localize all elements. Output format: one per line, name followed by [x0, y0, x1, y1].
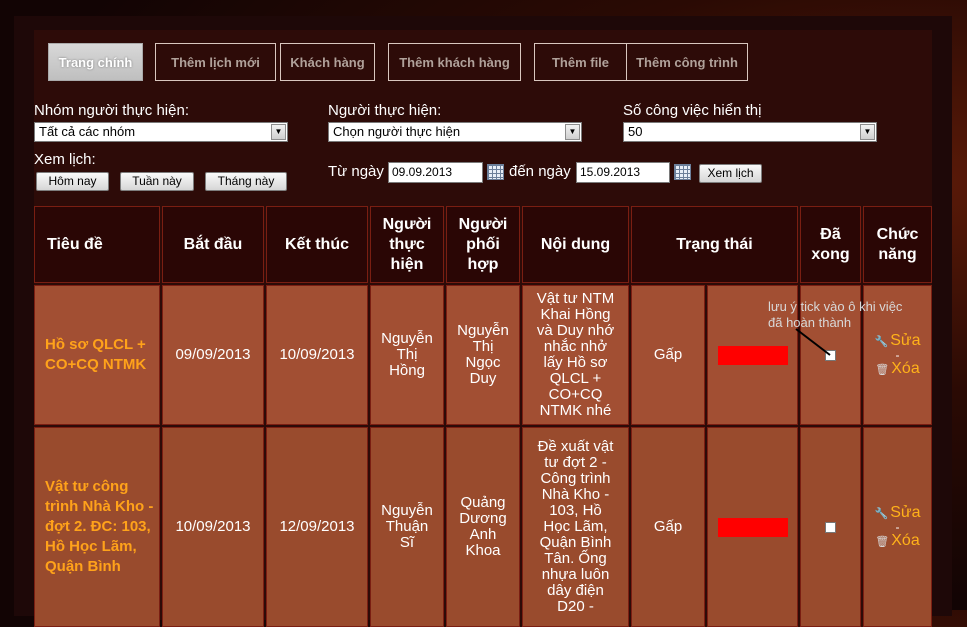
from-date-input[interactable]: 09.09.2013 [388, 162, 483, 183]
count-label: Số công việc hiển thị [623, 102, 762, 119]
header-done: Đã xong [800, 206, 861, 283]
header-content: Nội dung [522, 206, 629, 283]
action-separator: - [895, 520, 900, 534]
delete-link[interactable]: 🗑 Xóa [875, 532, 919, 550]
row-done [800, 427, 861, 627]
person-select[interactable]: Chọn người thực hiện ▼ [328, 122, 582, 142]
trash-icon: 🗑 [875, 363, 890, 376]
tab-add-file[interactable]: Thêm file [534, 43, 627, 81]
calendar-icon[interactable] [487, 164, 504, 180]
wrench-icon: 🔧 [874, 335, 889, 348]
row-end: 10/09/2013 [266, 285, 368, 425]
row-assignee: Nguyễn Thuận Sĩ [370, 427, 444, 627]
to-date-label: đến ngày [509, 163, 571, 180]
row-title[interactable]: Vật tư công trình Nhà Kho - đợt 2. ĐC: 1… [34, 427, 160, 627]
row-content: Đề xuất vật tư đợt 2 - Công trình Nhà Kh… [522, 427, 629, 627]
chevron-down-icon[interactable]: ▼ [271, 124, 286, 140]
view-schedule-button[interactable]: Xem lịch [699, 164, 762, 183]
header-status: Trạng thái [631, 206, 798, 283]
header-assignee: Người thực hiện [370, 206, 444, 283]
to-date-input[interactable]: 15.09.2013 [576, 162, 670, 183]
person-label: Người thực hiện: [328, 102, 442, 119]
row-content: Vật tư NTM Khai Hồng và Duy nhớ nhắc nhở… [522, 285, 629, 425]
tab-add-customer[interactable]: Thêm khách hàng [388, 43, 521, 81]
tab-add-project[interactable]: Thêm công trình [626, 43, 748, 81]
calendar-icon[interactable] [674, 164, 691, 180]
row-collaborator: Nguyễn Thị Ngọc Duy [446, 285, 520, 425]
annotation-arrow-line [795, 328, 831, 356]
row-status-indicator [707, 427, 798, 627]
annotation-arrow [795, 328, 831, 356]
chevron-down-icon[interactable]: ▼ [565, 124, 580, 140]
action-separator: - [895, 348, 900, 362]
this-week-button[interactable]: Tuần này [120, 172, 194, 191]
row-collaborator: Quảng Dương Anh Khoa [446, 427, 520, 627]
status-priority-bar [717, 517, 788, 537]
person-select-value: Chọn người thực hiện [333, 124, 461, 139]
header-title: Tiêu đề [34, 206, 160, 283]
chevron-down-icon[interactable]: ▼ [860, 124, 875, 140]
row-actions: 🔧 Sửa - 🗑 Xóa [863, 427, 932, 627]
row-status: Gấp [631, 285, 705, 425]
from-date-label: Từ ngày [328, 163, 384, 180]
row-assignee: Nguyễn Thị Hồng [370, 285, 444, 425]
tab-customers[interactable]: Khách hàng [280, 43, 375, 81]
row-title[interactable]: Hồ sơ QLCL + CO+CQ NTMK [34, 285, 160, 425]
trash-icon: 🗑 [875, 535, 890, 548]
wrench-icon: 🔧 [874, 507, 889, 520]
group-select-value: Tất cả các nhóm [39, 124, 136, 139]
header-actions: Chức năng [863, 206, 932, 283]
done-checkbox[interactable] [825, 521, 836, 533]
today-button[interactable]: Hôm nay [36, 172, 109, 191]
tab-home[interactable]: Trang chính [48, 43, 143, 81]
header-collaborator: Người phối hợp [446, 206, 520, 283]
header-end: Kết thúc [266, 206, 368, 283]
group-select[interactable]: Tất cả các nhóm ▼ [34, 122, 288, 142]
delete-link[interactable]: 🗑 Xóa [875, 360, 919, 378]
count-select[interactable]: 50 ▼ [623, 122, 877, 142]
edit-link-label: Sửa [890, 504, 921, 521]
tab-add-schedule[interactable]: Thêm lịch mới [155, 43, 276, 81]
delete-link-label: Xóa [891, 532, 920, 549]
edit-link-label: Sửa [890, 332, 921, 349]
count-select-value: 50 [628, 124, 643, 139]
group-label: Nhóm người thực hiện: [34, 102, 189, 119]
row-start: 09/09/2013 [162, 285, 264, 425]
row-status: Gấp [631, 427, 705, 627]
row-end: 12/09/2013 [266, 427, 368, 627]
view-label: Xem lịch: [34, 151, 96, 168]
status-priority-bar [717, 345, 788, 365]
header-start: Bắt đầu [162, 206, 264, 283]
delete-link-label: Xóa [891, 360, 920, 377]
row-start: 10/09/2013 [162, 427, 264, 627]
this-month-button[interactable]: Tháng này [205, 172, 287, 191]
